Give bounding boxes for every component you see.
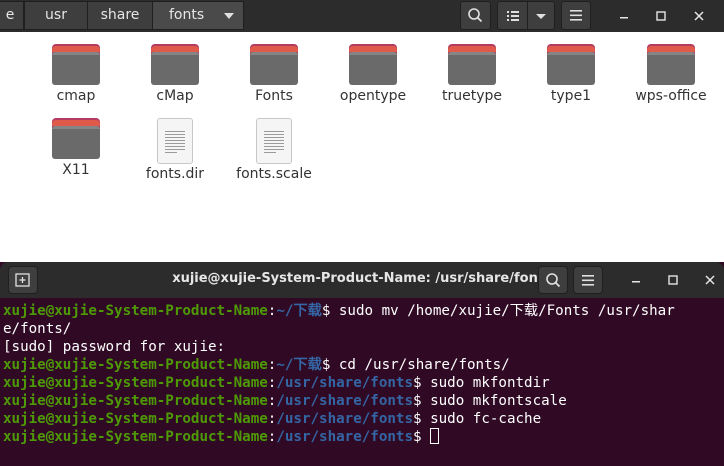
hamburger-menu-icon	[582, 275, 594, 286]
close-button[interactable]	[689, 6, 709, 26]
terminal-window: xujie@xujie-System-Product-Name: /usr/sh…	[0, 262, 724, 466]
item-label: fonts.dir	[145, 166, 205, 182]
prompt-path: /usr/share/fonts	[276, 411, 414, 427]
prompt-path: /usr/share/fonts	[276, 375, 414, 391]
folder-item-X11[interactable]: X11	[30, 118, 122, 178]
prompt-user: xujie@xujie-System-Product-Name	[3, 375, 268, 391]
folder-item-Fonts[interactable]: Fonts	[228, 44, 320, 104]
close-icon	[705, 275, 715, 285]
folder-icon	[349, 44, 397, 85]
folder-icon	[448, 44, 496, 85]
item-label: Fonts	[255, 88, 293, 104]
breadcrumb-fonts[interactable]: fonts	[152, 1, 244, 30]
command-text: $	[413, 429, 431, 445]
prompt-user: xujie@xujie-System-Product-Name	[3, 429, 268, 445]
prompt-user: xujie@xujie-System-Product-Name	[3, 303, 268, 319]
item-label: X11	[62, 162, 90, 178]
minimize-icon	[632, 281, 640, 283]
view-options-button[interactable]	[527, 1, 555, 30]
item-label: wps-office	[635, 88, 707, 104]
folder-item-cMap[interactable]: cMap	[129, 44, 221, 104]
folder-item-opentype[interactable]: opentype	[327, 44, 419, 104]
terminal-line: e/fonts/	[3, 320, 724, 338]
folder-item-truetype[interactable]: truetype	[426, 44, 518, 104]
command-text: $ sudo fc-cache	[413, 411, 542, 427]
item-label: cmap	[56, 88, 96, 104]
terminal-close-button[interactable]	[700, 270, 720, 290]
prompt-user: xujie@xujie-System-Product-Name	[3, 393, 268, 409]
prompt-path: /usr/share/fonts	[276, 393, 414, 409]
file-item-fonts-scale[interactable]: fonts.scale	[228, 118, 320, 182]
close-icon	[694, 11, 704, 21]
breadcrumb-usr[interactable]: usr	[24, 1, 88, 30]
folder-icon	[52, 44, 100, 85]
breadcrumb-label: share	[100, 7, 140, 23]
file-manager-headerbar: e usr share fonts	[0, 0, 724, 32]
text-file-icon	[157, 118, 193, 164]
prompt-path: ~/下载	[276, 303, 322, 319]
prompt-path: /usr/share/fonts	[276, 429, 414, 445]
file-grid: cmap cMap Fonts opentype truetype type1 …	[0, 32, 724, 262]
text-file-icon	[256, 118, 292, 164]
item-label: cMap	[156, 88, 194, 104]
item-label: type1	[550, 88, 592, 104]
search-icon	[468, 8, 483, 23]
breadcrumb-share[interactable]: share	[87, 1, 153, 30]
prompt-user: xujie@xujie-System-Product-Name	[3, 357, 268, 373]
folder-icon	[151, 44, 199, 85]
terminal-line: [sudo] password for xujie:	[3, 338, 724, 356]
terminal-line: xujie@xujie-System-Product-Name:/usr/sha…	[3, 428, 724, 446]
terminal-search-button[interactable]	[538, 266, 568, 294]
folder-icon	[547, 44, 595, 85]
terminal-output[interactable]: xujie@xujie-System-Product-Name:~/下载$ su…	[0, 298, 724, 466]
prompt-path: ~/下载	[276, 357, 322, 373]
chevron-down-icon	[536, 14, 546, 19]
terminal-maximize-button[interactable]	[663, 270, 683, 290]
breadcrumb-e[interactable]: e	[0, 1, 24, 30]
folder-item-wps-office[interactable]: wps-office	[625, 44, 717, 104]
folder-icon	[250, 44, 298, 85]
terminal-menu-button[interactable]	[573, 266, 603, 294]
folder-icon	[647, 44, 695, 85]
terminal-cursor	[430, 428, 440, 444]
item-label: truetype	[441, 88, 502, 104]
search-button[interactable]	[460, 1, 491, 30]
folder-icon	[52, 118, 100, 159]
folder-item-type1[interactable]: type1	[525, 44, 617, 104]
maximize-icon	[668, 275, 678, 285]
search-icon	[546, 273, 561, 288]
hamburger-menu-icon	[570, 10, 582, 21]
command-text: $ cd /usr/share/fonts/	[321, 357, 510, 373]
output-text: [sudo] password for xujie:	[3, 339, 226, 355]
menu-button[interactable]	[561, 1, 591, 30]
folder-item-cmap[interactable]: cmap	[30, 44, 122, 104]
prompt-user: xujie@xujie-System-Product-Name	[3, 411, 268, 427]
maximize-icon	[656, 11, 666, 21]
terminal-headerbar: xujie@xujie-System-Product-Name: /usr/sh…	[0, 262, 724, 298]
command-text: $ sudo mv /home/xujie/下载/Fonts /usr/shar	[321, 303, 675, 319]
minimize-icon	[620, 17, 628, 19]
output-text: e/fonts/	[3, 321, 72, 337]
list-view-button[interactable]	[497, 1, 528, 30]
list-view-icon	[507, 11, 519, 21]
file-item-fonts-dir[interactable]: fonts.dir	[129, 118, 221, 182]
chevron-down-icon	[224, 13, 234, 19]
terminal-line: xujie@xujie-System-Product-Name:~/下载$ cd…	[3, 356, 724, 374]
terminal-line: xujie@xujie-System-Product-Name:/usr/sha…	[3, 410, 724, 428]
breadcrumb-label: e	[5, 7, 15, 23]
terminal-line: xujie@xujie-System-Product-Name:~/下载$ su…	[3, 302, 724, 320]
command-text: $ sudo mkfontdir	[413, 375, 550, 391]
breadcrumb-label: usr	[45, 7, 67, 23]
item-label: fonts.scale	[236, 166, 312, 182]
terminal-line: xujie@xujie-System-Product-Name:/usr/sha…	[3, 392, 724, 410]
terminal-minimize-button[interactable]	[626, 270, 646, 290]
breadcrumb-label: fonts	[169, 7, 205, 23]
terminal-line: xujie@xujie-System-Product-Name:/usr/sha…	[3, 374, 724, 392]
command-text: $ sudo mkfontscale	[413, 393, 567, 409]
minimize-button[interactable]	[614, 6, 634, 26]
item-label: opentype	[339, 88, 407, 104]
terminal-title: xujie@xujie-System-Product-Name: /usr/sh…	[172, 271, 552, 286]
maximize-button[interactable]	[651, 6, 671, 26]
